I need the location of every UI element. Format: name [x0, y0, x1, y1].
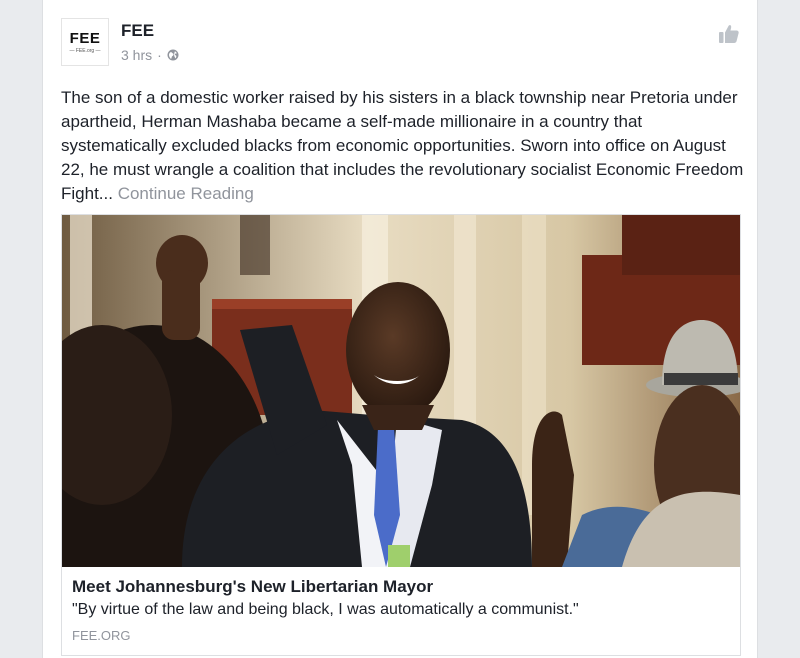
- post-timestamp[interactable]: 3 hrs: [121, 47, 152, 63]
- link-domain: FEE.ORG: [72, 628, 131, 643]
- logo-text: FEE: [69, 29, 101, 47]
- post-body: The son of a domestic worker raised by h…: [61, 86, 745, 206]
- link-title[interactable]: Meet Johannesburg's New Libertarian Mayo…: [72, 577, 732, 597]
- link-description: "By virtue of the law and being black, I…: [72, 601, 579, 618]
- logo-subtext: — FEE.org —: [69, 47, 101, 54]
- globe-icon: [167, 49, 179, 61]
- post-meta: 3 hrs ·: [121, 47, 179, 63]
- page-avatar[interactable]: FEE — FEE.org —: [61, 18, 109, 66]
- post-card: FEE — FEE.org — FEE 3 hrs · The son of a…: [42, 0, 758, 658]
- meta-separator: ·: [157, 47, 162, 63]
- article-photo[interactable]: [62, 215, 740, 567]
- continue-reading-link[interactable]: Continue Reading: [118, 184, 254, 203]
- page-name-link[interactable]: FEE: [121, 21, 154, 41]
- thumbs-up-icon[interactable]: [717, 22, 741, 46]
- link-preview-card[interactable]: Meet Johannesburg's New Libertarian Mayo…: [61, 214, 741, 656]
